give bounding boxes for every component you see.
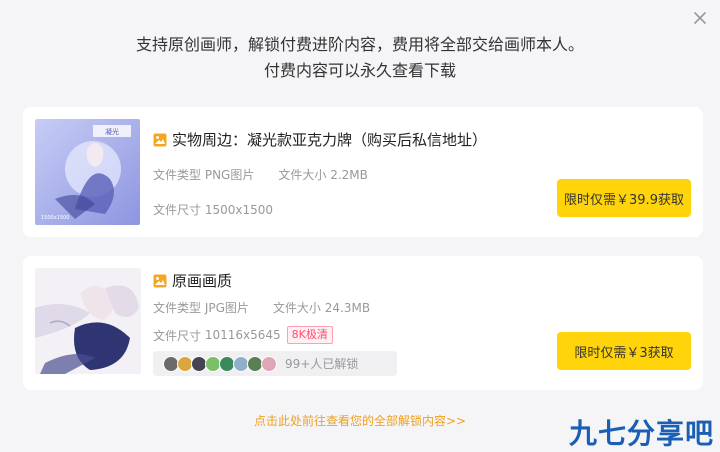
file-meta-row: 文件类型 PNG图片 文件大小 2.2MB (153, 166, 368, 183)
file-type-value: PNG图片 (204, 168, 255, 182)
item-title-row: 原画画质 (153, 270, 232, 291)
avatar (261, 355, 277, 372)
image-icon (153, 133, 167, 147)
buy-button[interactable]: 限时仅需￥39.9获取 (557, 179, 691, 217)
thumb-title-text: 凝光 (105, 127, 119, 136)
header-permanent-text: 付费内容可以永久查看下载 (263, 61, 456, 80)
thumb-size-text: 1500x1500 (41, 215, 69, 221)
unlock-count: 99+人已解锁 (285, 357, 359, 371)
dimensions-value: 1500x1500 (204, 202, 274, 217)
item-title: 原画画质 (172, 272, 233, 290)
dimensions-value: 10116x5645 (204, 328, 281, 342)
quality-badge: 8K极清 (286, 326, 333, 344)
item-thumbnail: 凝光 1500x1500 (35, 119, 140, 225)
watermark-logo: 九七分享吧 (568, 417, 714, 450)
file-dimensions-row: 文件尺寸 10116x5645 8K极清 (153, 326, 333, 344)
item-title: 实物周边：凝光款亚克力牌（购买后私信地址） (172, 131, 488, 149)
buy-button[interactable]: 限时仅需￥3获取 (557, 332, 691, 370)
file-dimensions-row: 文件尺寸 1500x1500 (153, 201, 273, 218)
image-icon (153, 274, 167, 288)
file-type-label: 文件类型 (153, 301, 202, 315)
close-button[interactable] (692, 10, 708, 26)
item-thumbnail (35, 268, 141, 374)
dimensions-label: 文件尺寸 (153, 328, 202, 343)
content-card: 原画画质 文件类型 JPG图片 文件大小 24.3MB 文件尺寸 10116x5… (23, 256, 703, 390)
file-type-label: 文件类型 (153, 168, 202, 182)
file-size-label: 文件大小 (272, 301, 321, 315)
header-support-text: 支持原创画师，解锁付费进阶内容，费用将全部交给画师本人。 (135, 35, 584, 54)
file-type-value: JPG图片 (204, 301, 249, 315)
file-meta-row: 文件类型 JPG图片 文件大小 24.3MB (153, 299, 370, 316)
item-title-row: 实物周边：凝光款亚克力牌（购买后私信地址） (153, 129, 487, 150)
content-card: 凝光 1500x1500 实物周边：凝光款亚克力牌（购买后私信地址） 文件类型 … (23, 107, 703, 237)
dimensions-label: 文件尺寸 (153, 203, 202, 217)
file-size-value: 24.3MB (324, 300, 371, 315)
unlocked-users-row: 99+人已解锁 (153, 351, 397, 376)
file-size-value: 2.2MB (330, 167, 368, 182)
file-size-label: 文件大小 (278, 168, 327, 182)
close-icon (694, 12, 706, 24)
